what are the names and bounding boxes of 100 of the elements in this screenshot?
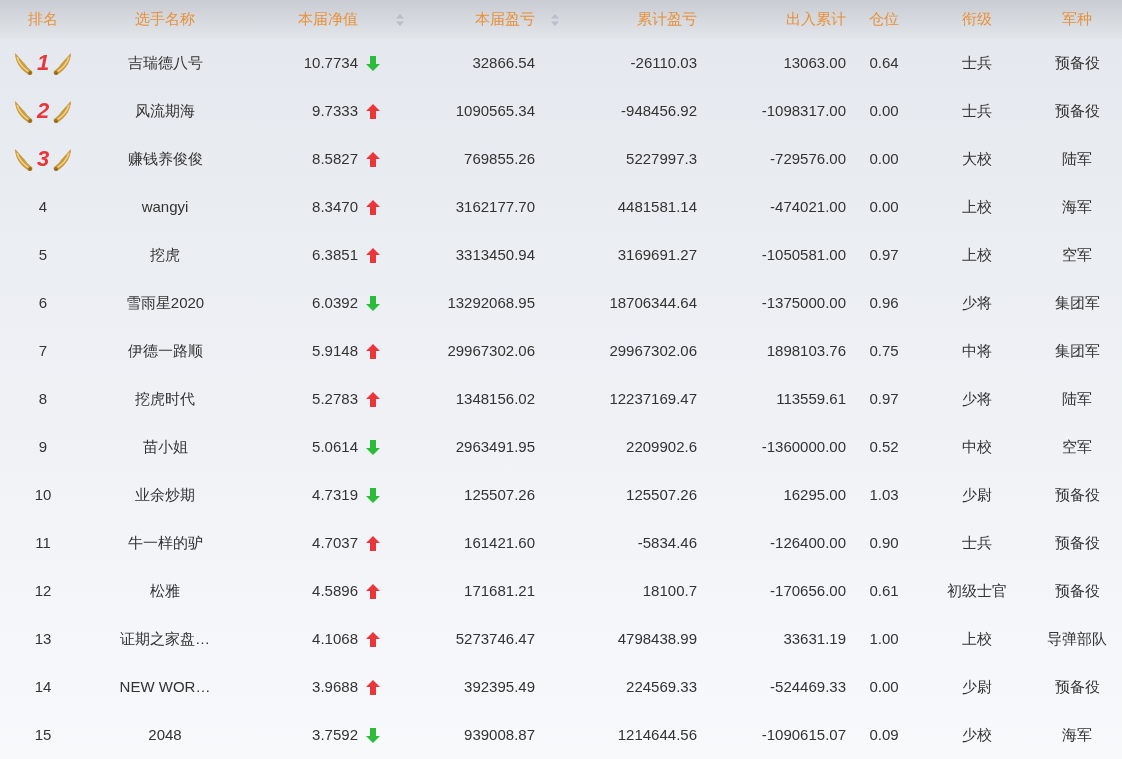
- total-profit-value: -948456.92: [621, 100, 697, 121]
- flow-value: -126400.00: [770, 532, 846, 553]
- service-branch: 预备役: [1054, 676, 1100, 697]
- total-profit-value: 125507.26: [626, 484, 697, 505]
- player-name: 苗小姐: [142, 436, 188, 457]
- player-name: 伊德一路顺: [127, 340, 203, 361]
- player-name: 挖虎时代: [135, 388, 195, 409]
- player-name: 牛一样的驴: [127, 532, 203, 553]
- flow-value: 16295.00: [783, 484, 846, 505]
- column-header[interactable]: 选手名称: [135, 8, 195, 31]
- service-branch: 导弹部队: [1047, 628, 1107, 649]
- player-name: 证期之家盘…: [120, 628, 210, 649]
- rank-title: 少校: [962, 724, 992, 745]
- rank-number: 1: [36, 52, 50, 74]
- position-value: 0.09: [869, 724, 899, 745]
- net-value: 4.7037: [312, 532, 358, 553]
- rank-number: 7: [38, 340, 48, 361]
- total-profit-value: -26110.03: [630, 52, 697, 73]
- flow-value: -1375000.00: [761, 292, 846, 313]
- profit-value: 125507.26: [464, 484, 535, 505]
- player-name: 2048: [148, 724, 182, 745]
- column-header[interactable]: 本届盈亏: [475, 8, 535, 31]
- net-value: 9.7333: [312, 100, 358, 121]
- rank-number: 10: [34, 484, 52, 505]
- rank-title: 中校: [962, 436, 992, 457]
- rank-number: 3: [36, 148, 50, 170]
- service-branch: 海军: [1062, 724, 1092, 745]
- net-value: 4.5896: [312, 580, 358, 601]
- player-name: 业余炒期: [135, 484, 195, 505]
- profit-value: 13292068.95: [447, 292, 535, 313]
- rank-title: 士兵: [962, 532, 992, 553]
- flow-value: 113559.61: [776, 388, 846, 409]
- player-name: wangyi: [141, 196, 189, 217]
- net-value: 6.0392: [312, 292, 358, 313]
- total-profit-value: 5227997.3: [626, 148, 697, 169]
- flow-value: 13063.00: [783, 52, 846, 73]
- position-value: 0.64: [869, 52, 899, 73]
- total-profit-value: 12237169.47: [609, 388, 697, 409]
- sort-icon[interactable]: [550, 12, 560, 27]
- position-value: 0.00: [869, 100, 899, 121]
- rank-title: 中将: [962, 340, 992, 361]
- profit-value: 769855.26: [464, 148, 535, 169]
- profit-value: 32866.54: [472, 52, 535, 73]
- rank-number: 8: [38, 388, 48, 409]
- rank-number: 2: [36, 100, 50, 122]
- service-branch: 预备役: [1054, 52, 1100, 73]
- rank-title: 少尉: [962, 676, 992, 697]
- player-name: NEW WOR…: [119, 676, 211, 697]
- sort-icon[interactable]: [395, 12, 405, 27]
- total-profit-value: 1214644.56: [617, 724, 697, 745]
- service-branch: 预备役: [1054, 532, 1100, 553]
- rank-number: 6: [38, 292, 48, 313]
- net-value: 4.1068: [312, 628, 358, 649]
- player-name: 赚钱养俊俊: [127, 148, 203, 169]
- flow-value: 33631.19: [783, 628, 846, 649]
- profit-value: 939008.87: [464, 724, 535, 745]
- player-name: 挖虎: [150, 244, 180, 265]
- player-name: 风流期海: [135, 100, 195, 121]
- column-header[interactable]: 出入累计: [786, 8, 846, 31]
- rank-number: 5: [38, 244, 48, 265]
- net-value: 3.7592: [312, 724, 358, 745]
- rank-title: 上校: [962, 196, 992, 217]
- rank-title: 士兵: [962, 52, 992, 73]
- column-header[interactable]: 军种: [1062, 8, 1092, 31]
- rank-title: 上校: [962, 244, 992, 265]
- position-value: 1.00: [869, 628, 899, 649]
- flow-value: 1898103.76: [766, 340, 846, 361]
- service-branch: 陆军: [1062, 148, 1092, 169]
- position-value: 0.90: [869, 532, 899, 553]
- net-value: 10.7734: [303, 52, 358, 73]
- position-value: 0.00: [869, 196, 899, 217]
- column-header[interactable]: 衔级: [962, 8, 992, 31]
- flow-value: -1050581.00: [761, 244, 846, 265]
- column-header[interactable]: 累计盈亏: [637, 8, 697, 31]
- position-value: 0.97: [869, 388, 899, 409]
- service-branch: 预备役: [1054, 100, 1100, 121]
- rank-title: 少将: [962, 292, 992, 313]
- total-profit-value: 4798438.99: [617, 628, 697, 649]
- profit-value: 3162177.70: [455, 196, 535, 217]
- service-branch: 预备役: [1054, 580, 1100, 601]
- rank-number: 4: [38, 196, 48, 217]
- flow-value: -1360000.00: [761, 436, 846, 457]
- player-name: 雪雨星2020: [125, 292, 205, 313]
- service-branch: 集团军: [1054, 292, 1100, 313]
- flow-value: -1090615.07: [761, 724, 846, 745]
- flow-value: -474021.00: [770, 196, 846, 217]
- rank-number: 13: [34, 628, 52, 649]
- profit-value: 1348156.02: [455, 388, 535, 409]
- profit-value: 29967302.06: [447, 340, 535, 361]
- total-profit-value: -5834.46: [637, 532, 697, 553]
- column-header[interactable]: 本届净值: [298, 8, 358, 31]
- service-branch: 海军: [1062, 196, 1092, 217]
- rank-number: 12: [34, 580, 52, 601]
- column-header[interactable]: 排名: [28, 8, 58, 31]
- rank-number: 15: [34, 724, 52, 745]
- flow-value: -170656.00: [770, 580, 846, 601]
- net-value: 3.9688: [312, 676, 358, 697]
- player-name: 吉瑞德八号: [127, 52, 203, 73]
- column-header[interactable]: 仓位: [869, 8, 899, 31]
- position-value: 0.00: [869, 148, 899, 169]
